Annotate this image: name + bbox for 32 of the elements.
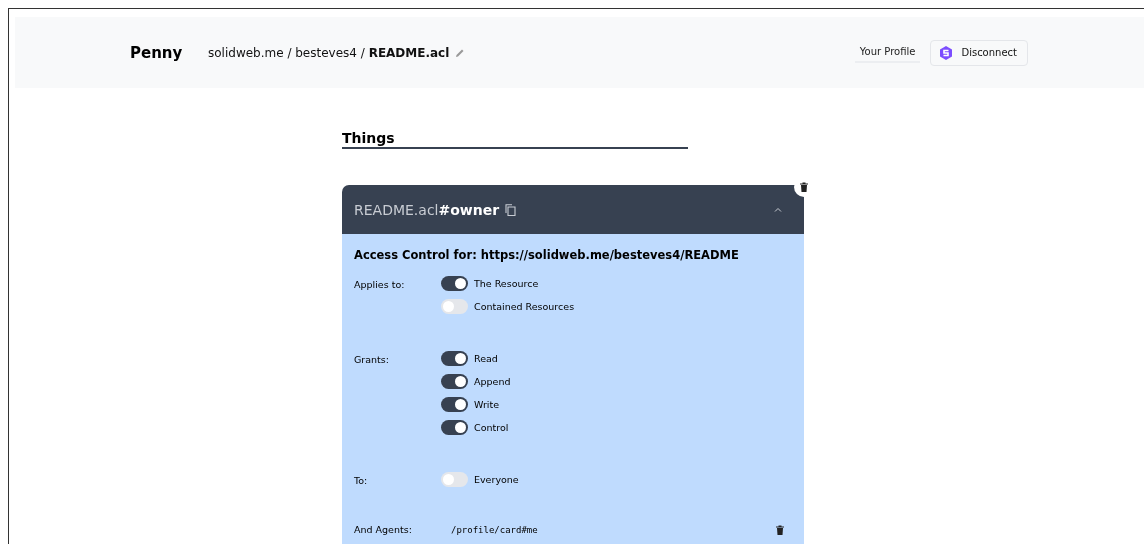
toggle-switch[interactable] (441, 374, 468, 389)
logo-icon (939, 45, 954, 60)
toggle-switch[interactable] (441, 276, 468, 291)
toggle-switch[interactable] (441, 397, 468, 412)
toggle-switch[interactable] (441, 299, 468, 314)
toggle-switch[interactable] (441, 351, 468, 366)
disconnect-button[interactable]: Disconnect (930, 39, 1028, 66)
field-label: To: (354, 474, 369, 487)
toggle-label: Contained Resources (474, 301, 575, 312)
field-label: Grants: (354, 353, 390, 367)
toggle-label: Control (474, 422, 509, 433)
toggle-label: Write (474, 399, 500, 410)
field-label: Applies to: (354, 278, 406, 292)
trash-icon[interactable] (800, 182, 808, 192)
copy-icon[interactable] (505, 203, 517, 216)
profile-link[interactable]: Your Profile (854, 42, 921, 63)
field-label: And Agents: (354, 524, 413, 535)
trash-icon[interactable] (776, 524, 784, 535)
toggle-switch[interactable] (441, 472, 468, 487)
section-title: Things (342, 130, 688, 149)
toggle-label: Everyone (474, 474, 519, 485)
toggle-label: Append (474, 376, 511, 387)
breadcrumb[interactable]: solidweb.me / besteves4 / README.acl (208, 45, 450, 60)
toggle-switch[interactable] (441, 420, 468, 435)
chevron-up-icon[interactable] (774, 207, 782, 212)
toggle-label: The Resource (474, 278, 539, 289)
toggle-label: Read (474, 353, 498, 364)
app-name: Penny (130, 43, 184, 62)
pencil-icon[interactable] (455, 47, 466, 58)
card-title: README.acl#owner (354, 201, 500, 218)
agent-path: /profile/card#me (451, 524, 538, 535)
card-heading: Access Control for: https://solidweb.me/besteves4/README (354, 248, 740, 262)
